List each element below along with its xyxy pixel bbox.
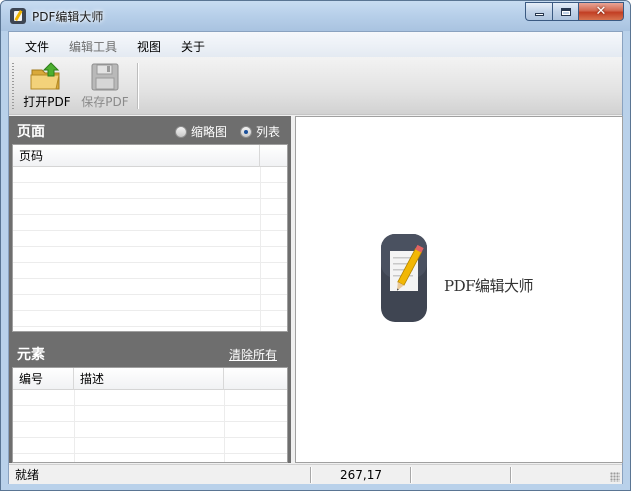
pages-list-header: 页码 [13,145,287,167]
save-pdf-button[interactable]: 保存PDF [77,60,133,112]
column-header-description[interactable]: 描述 [74,368,224,390]
radio-unselected-icon [175,125,187,138]
pages-panel-title: 页面 [17,124,45,140]
app-icon [10,8,26,24]
thumbnail-view-label: 缩略图 [191,125,228,139]
preview-logo-text: PDF编辑大师 [444,277,534,295]
left-pane: 页面 缩略图 列表 页码 元素 清除所有 编号 描述 [9,116,291,463]
column-header-filler [260,145,287,167]
elements-list-rows [13,390,287,462]
toolbar-separator [137,63,138,109]
thumbnail-view-radio[interactable]: 缩略图 [175,123,227,140]
list-view-radio[interactable]: 列表 [240,123,280,140]
elements-list[interactable]: 编号 描述 [12,367,288,463]
save-pdf-label: 保存PDF [81,95,129,109]
pages-list[interactable]: 页码 [12,144,288,332]
toolbar-grip[interactable] [12,63,14,109]
open-pdf-label: 打开PDF [23,95,71,109]
column-header-number[interactable]: 编号 [13,368,74,390]
status-text: 就绪 [15,468,40,482]
status-separator [310,467,311,483]
save-disk-icon [91,63,119,91]
close-icon: ✕ [595,4,607,19]
elements-panel-header: 元素 清除所有 [9,339,291,367]
caption-buttons: ✕ [525,2,624,21]
pages-list-rows [13,167,287,331]
minimize-icon [534,13,544,16]
menu-about[interactable]: 关于 [181,38,205,55]
elements-panel-title: 元素 [17,347,45,363]
pages-panel-header: 页面 缩略图 列表 [9,116,291,144]
minimize-button[interactable] [525,2,552,21]
radio-selected-icon [240,125,252,138]
column-divider [260,167,261,331]
cursor-coordinates: 267,17 [340,468,382,482]
toolbar: 打开PDF 保存PDF [9,57,622,115]
open-folder-icon [30,62,60,90]
window-title: PDF编辑大师 [32,10,104,24]
maximize-icon [560,7,571,16]
menu-edit-tools[interactable]: 编辑工具 [69,38,117,55]
app-logo-icon [381,234,427,322]
resize-grip-icon[interactable] [610,472,620,482]
status-separator [410,467,411,483]
list-view-label: 列表 [256,125,281,139]
column-divider [74,390,75,462]
elements-list-header: 编号 描述 [13,368,287,390]
app-window: PDF编辑大师 ✕ 文件 编辑工具 视图 关于 打开PDF 保存PDF 页面 缩… [0,0,631,491]
status-bar: 就绪 267,17 [9,464,622,484]
preview-pane: PDF编辑大师 [295,116,623,463]
status-separator [510,467,511,483]
menu-view[interactable]: 视图 [137,38,161,55]
title-bar[interactable]: PDF编辑大师 ✕ [1,1,630,31]
clear-all-link[interactable]: 清除所有 [229,346,277,363]
close-button[interactable]: ✕ [578,2,624,21]
maximize-button[interactable] [552,2,578,21]
client-area: 文件 编辑工具 视图 关于 打开PDF 保存PDF 页面 缩略图 列表 页码 元… [8,31,623,484]
column-header-filler [224,368,287,390]
menu-file[interactable]: 文件 [25,38,49,55]
column-divider [224,390,225,462]
menu-bar: 文件 编辑工具 视图 关于 [9,32,622,57]
open-pdf-button[interactable]: 打开PDF [19,60,75,112]
column-header-page-number[interactable]: 页码 [13,145,260,167]
